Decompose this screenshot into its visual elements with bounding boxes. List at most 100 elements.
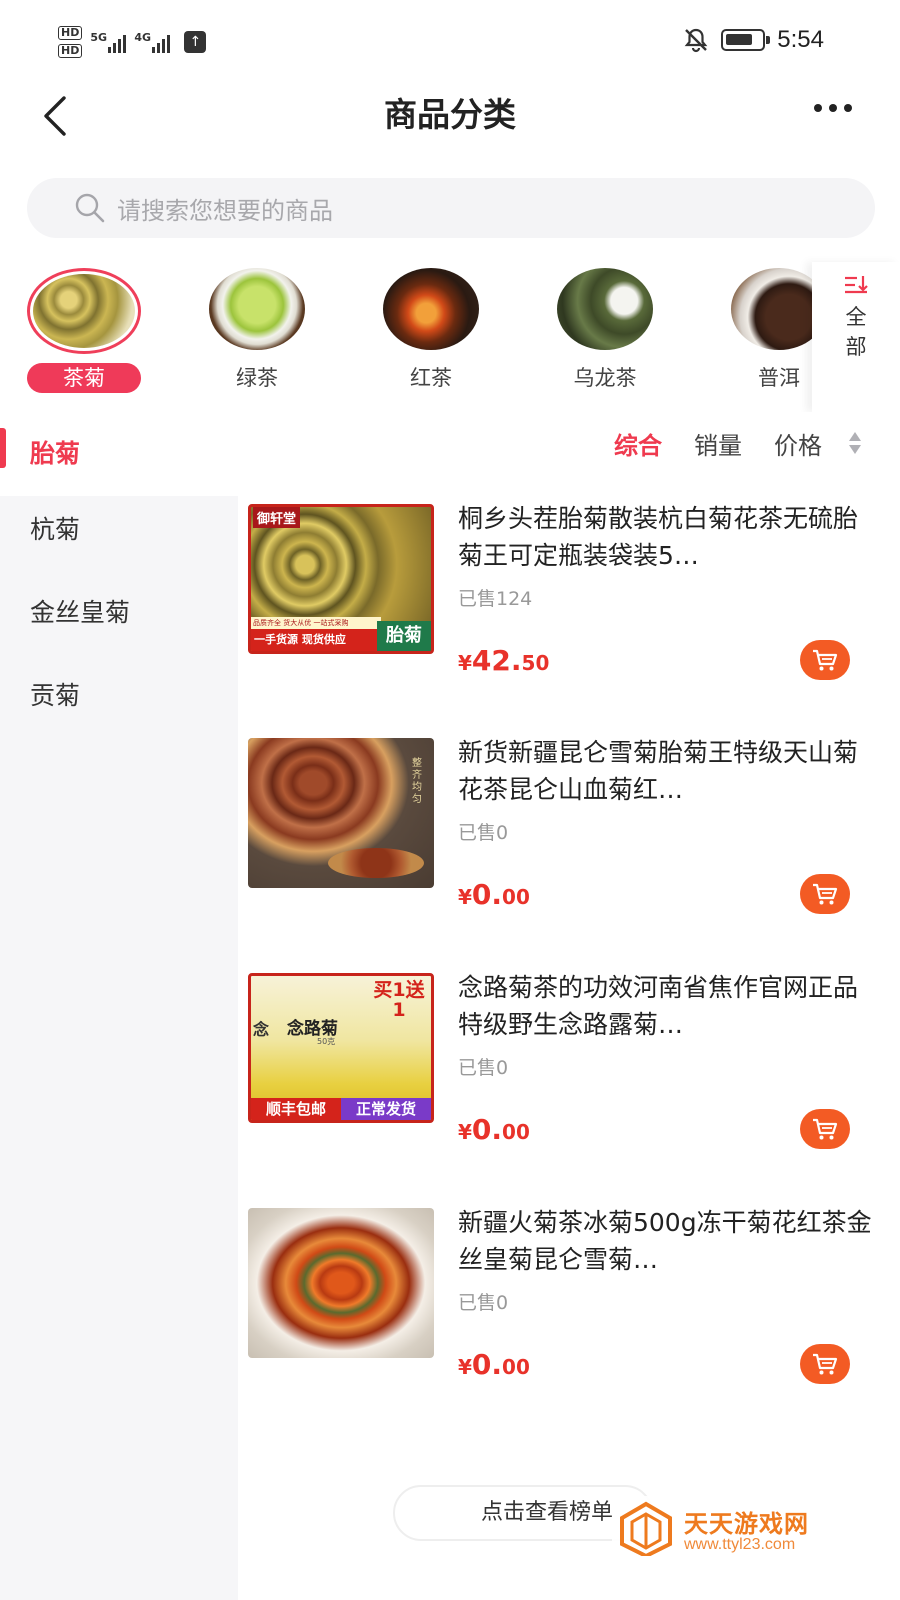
product-price: ¥0.00 [458,878,530,911]
image-side-text: 整齐均匀 [412,758,422,805]
all-categories-button[interactable]: 全部 [812,262,900,412]
mute-bell-icon [684,28,708,53]
image-brand-tag: 御轩堂 [253,507,301,528]
price-decimal: 00 [502,885,530,909]
product-card[interactable]: 御轩堂 品质齐全 货大从优 一站式采购 一手货源 现货供应 胎菊 桐乡头茬胎菊散… [238,476,900,696]
image-nian-char: 念 [253,1020,270,1039]
category-thumb [383,268,479,350]
product-list: 御轩堂 品质齐全 货大从优 一站式采购 一手货源 现货供应 胎菊 桐乡头茬胎菊散… [238,476,900,1600]
status-bar: HD HD 5G 4G ↑ 5:54 [0,0,900,84]
sort-sales[interactable]: 销量 [694,426,742,461]
product-image[interactable]: 御轩堂 品质齐全 货大从优 一站式采购 一手货源 现货供应 胎菊 [248,504,434,654]
more-dots-icon[interactable] [814,104,852,112]
add-to-cart-button[interactable] [800,874,850,914]
price-decimal: 00 [502,1355,530,1379]
price-decimal: 00 [502,1120,530,1144]
sidebar-item-jinsihuangju[interactable]: 金丝皇菊 [0,571,238,655]
category-green-tea[interactable]: 绿茶 [197,268,317,398]
net-type-2: 4G [134,31,152,44]
category-label: 绿茶 [236,366,278,390]
product-name[interactable]: 新疆火菊茶冰菊500g冻干菊花红茶金丝皇菊昆仑雪菊… [458,1204,878,1278]
sort-icon [845,276,868,294]
product-name[interactable]: 桐乡头茬胎菊散装杭白菊花茶无硫胎菊王可定瓶装袋装5… [458,500,878,574]
sidebar-item-gongju[interactable]: 贡菊 [0,654,238,738]
watermark-logo-icon [620,1501,672,1556]
category-oolong-tea[interactable]: 乌龙茶 [545,268,665,398]
image-sub-banner: 品质齐全 货大从优 一站式采购 [251,617,381,629]
page-title: 商品分类 [384,95,516,134]
product-price: ¥0.00 [458,1113,530,1146]
price-currency: ¥ [458,1120,472,1144]
sort-comprehensive[interactable]: 综合 [614,426,662,461]
product-price: ¥0.00 [458,1348,530,1381]
category-label: 红茶 [410,366,452,390]
status-right: 5:54 [683,26,824,54]
add-to-cart-button[interactable] [800,1344,850,1384]
cart-icon [813,649,838,671]
cart-icon [813,883,838,905]
page-header: 商品分类 [0,80,900,160]
category-label: 茶菊 [27,363,141,393]
category-strip: 茶菊 绿茶 红茶 乌龙茶 普洱 全部 [0,262,900,412]
hd-badge-1: HD [58,26,83,40]
image-promo: 买1送1 [373,979,425,1021]
product-image[interactable]: 整齐均匀 [248,738,434,888]
signal-4g-icon: 4G [134,31,171,53]
price-currency: ¥ [458,651,472,675]
product-name[interactable]: 新货新疆昆仑雪菊胎菊王特级天山菊花茶昆仑山血菊红… [458,734,878,808]
product-sold: 已售0 [458,1057,509,1079]
price-integer: 0. [471,1113,503,1146]
product-card[interactable]: 念 念路菊 50克 买1送1 顺丰包邮 正常发货 念路菊茶的功效河南省焦作官网正… [238,945,900,1165]
image-tag: 胎菊 [377,621,431,651]
price-sort-arrows-icon[interactable] [848,430,862,456]
product-sold: 已售0 [458,822,509,844]
add-to-cart-button[interactable] [800,1109,850,1149]
add-to-cart-button[interactable] [800,640,850,680]
subcategory-sidebar: 胎菊 杭菊 金丝皇菊 贡菊 [0,412,238,1600]
site-watermark: 天天游戏网 www.ttyl23.com [612,1496,900,1600]
cart-icon [813,1353,838,1375]
net-type-1: 5G [90,31,108,44]
image-banner: 一手货源 现货供应 [251,629,381,651]
battery-icon [721,29,771,51]
product-card[interactable]: 新疆火菊茶冰菊500g冻干菊花红茶金丝皇菊昆仑雪菊… 已售0 ¥0.00 [238,1180,900,1400]
price-currency: ¥ [458,1355,472,1379]
spoon-graphic [328,848,424,878]
category-black-tea[interactable]: 红茶 [371,268,491,398]
watermark-url: www.ttyl23.com [684,1536,796,1553]
hd-indicators: HD HD [58,26,83,58]
product-image[interactable] [248,1208,434,1358]
sort-price[interactable]: 价格 [774,426,822,461]
product-price: ¥42.50 [458,644,549,677]
category-thumb [209,268,305,350]
search-icon [75,193,105,223]
search-placeholder: 请搜索您想要的商品 [117,196,333,225]
all-categories-label: 全部 [845,305,867,359]
price-integer: 42. [471,644,522,677]
price-currency: ¥ [458,885,472,909]
hd-badge-2: HD [58,44,83,58]
product-card[interactable]: 整齐均匀 新货新疆昆仑雪菊胎菊王特级天山菊花茶昆仑山血菊红… 已售0 ¥0.00 [238,710,900,930]
price-decimal: 50 [521,651,550,675]
category-thumb [27,268,141,354]
price-integer: 0. [471,878,503,911]
product-image[interactable]: 念 念路菊 50克 买1送1 顺丰包邮 正常发货 [248,973,434,1123]
signal-5g-icon: 5G [90,31,127,53]
product-sold: 已售0 [458,1292,509,1314]
status-time: 5:54 [777,26,824,53]
sort-bar: 综合 销量 价格 [238,412,900,476]
category-chrysanthemum-tea[interactable]: 茶菊 [24,268,144,398]
product-sold: 已售124 [458,588,533,610]
status-left: HD HD 5G 4G ↑ [58,26,207,58]
cart-icon [813,1118,838,1140]
watermark-name: 天天游戏网 [684,1510,809,1538]
image-normal-banner: 正常发货 [341,1098,431,1120]
sidebar-item-taiju[interactable]: 胎菊 [0,412,238,496]
price-integer: 0. [471,1348,503,1381]
sidebar-item-hangju[interactable]: 杭菊 [0,488,238,572]
search-input[interactable]: 请搜索您想要的商品 [27,178,875,238]
category-thumb [557,268,653,350]
image-jar-sub: 50克 [317,1037,336,1046]
product-name[interactable]: 念路菊茶的功效河南省焦作官网正品特级野生念路露菊… [458,969,878,1043]
upload-icon: ↑ [184,31,207,53]
